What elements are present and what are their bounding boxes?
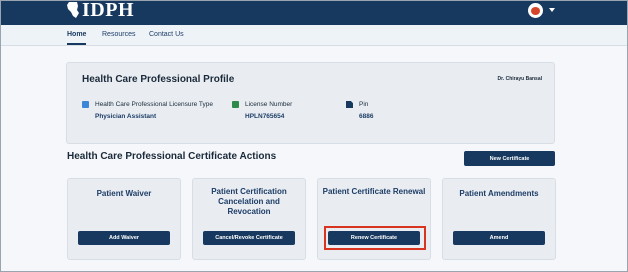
- card-title: Patient Waiver: [96, 189, 152, 198]
- profile-card: Health Care Professional Profile Dr. Chi…: [66, 62, 555, 144]
- licensure-type-label: Health Care Professional Licensure Type: [82, 101, 213, 108]
- document-icon: [346, 101, 353, 108]
- license-icon: [232, 101, 239, 108]
- add-waiver-button[interactable]: Add Waiver: [78, 231, 170, 245]
- card-title: Patient Certificate Renewal: [322, 187, 426, 196]
- renew-highlight-box: [324, 226, 426, 250]
- pin-label: Pin: [346, 101, 368, 108]
- card-patient-waiver: Patient Waiver Add Waiver: [67, 178, 181, 260]
- card-title: Patient Certification Cancelation and Re…: [211, 187, 287, 216]
- avatar[interactable]: [528, 3, 543, 18]
- state-outline-icon: [67, 2, 79, 18]
- pin-value: 6886: [359, 113, 374, 120]
- card-title: Patient Amendments: [459, 189, 539, 198]
- licensure-type-value: Physician Assistant: [95, 113, 157, 120]
- profile-title: Health Care Professional Profile: [82, 74, 235, 85]
- cancel-revoke-certificate-button[interactable]: Cancel/Revoke Certificate: [203, 231, 295, 245]
- main-nav: Home Resources Contact Us: [1, 25, 627, 46]
- idph-logo[interactable]: IDPH ILLINOIS DEPARTMENT OF PUBLIC HEALT…: [67, 0, 151, 29]
- nav-home[interactable]: Home: [67, 31, 87, 45]
- user-name: Dr. Chirayu Bansal: [497, 76, 542, 82]
- card-amendments: Patient Amendments Amend: [442, 178, 556, 260]
- id-card-icon: [82, 101, 89, 108]
- nav-resources[interactable]: Resources: [102, 31, 135, 38]
- chevron-down-icon[interactable]: [549, 8, 555, 12]
- amend-button[interactable]: Amend: [453, 231, 545, 245]
- license-number-label: License Number: [232, 101, 292, 108]
- new-certificate-button[interactable]: New Certificate: [464, 151, 555, 166]
- card-cancel-revoke: Patient Certification Cancelation and Re…: [192, 178, 306, 260]
- section-title: Health Care Professional Certificate Act…: [67, 151, 277, 162]
- top-bar: IDPH ILLINOIS DEPARTMENT OF PUBLIC HEALT…: [1, 0, 627, 29]
- nav-contact-us[interactable]: Contact Us: [149, 31, 184, 38]
- logo-text: IDPH: [82, 0, 134, 21]
- license-number-value: HPLN765654: [245, 113, 285, 120]
